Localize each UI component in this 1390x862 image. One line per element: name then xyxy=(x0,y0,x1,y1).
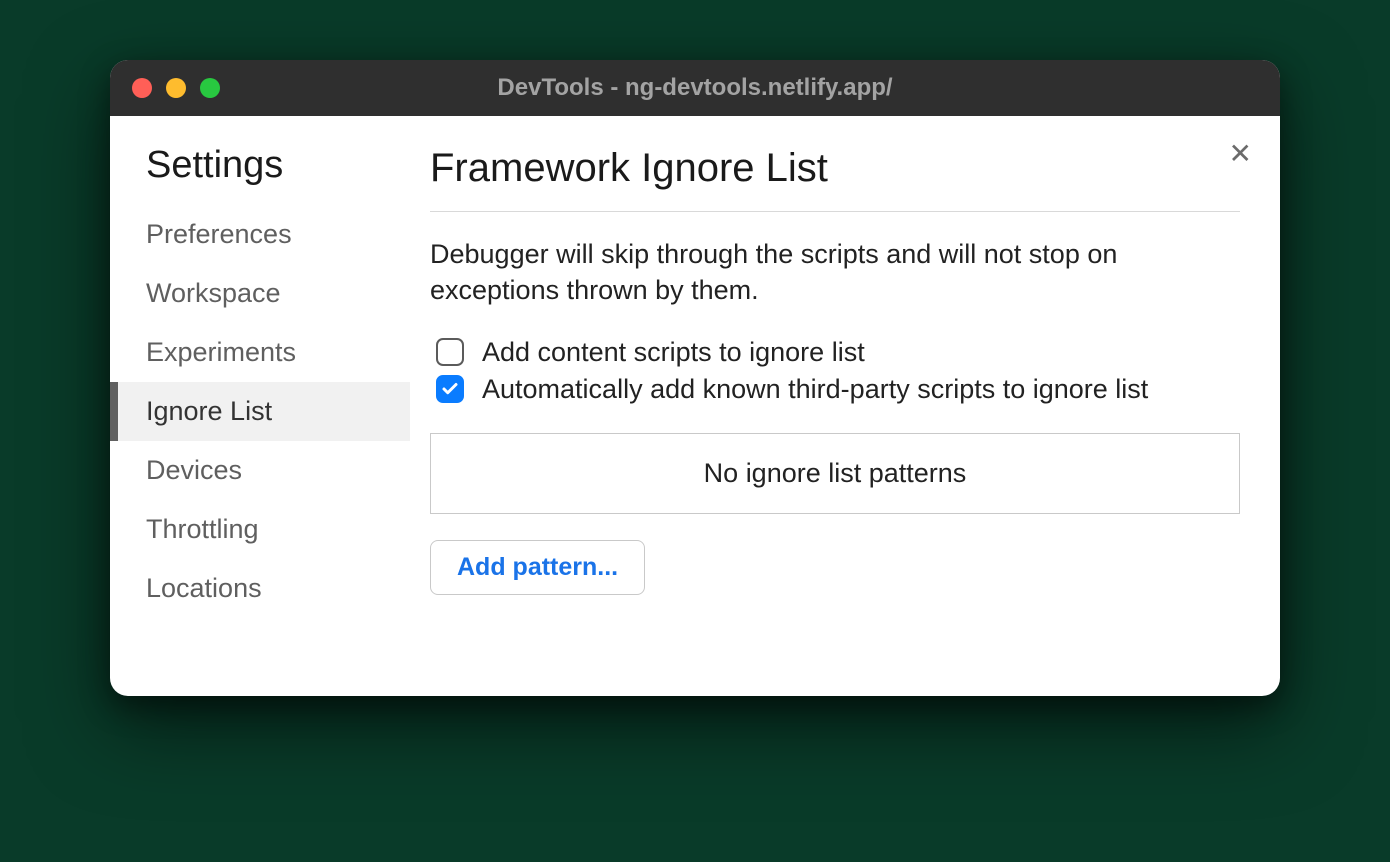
page-heading: Framework Ignore List xyxy=(430,146,1240,212)
settings-main: Framework Ignore List Debugger will skip… xyxy=(410,116,1280,696)
devtools-settings-window: DevTools - ng-devtools.netlify.app/ ✕ Se… xyxy=(110,60,1280,696)
check-icon xyxy=(441,380,459,398)
page-description: Debugger will skip through the scripts a… xyxy=(430,236,1240,309)
sidebar-item-label: Locations xyxy=(146,573,262,603)
minimize-window-button[interactable] xyxy=(166,78,186,98)
sidebar-item-ignore-list[interactable]: Ignore List xyxy=(110,382,410,441)
sidebar-item-workspace[interactable]: Workspace xyxy=(110,264,410,323)
close-window-button[interactable] xyxy=(132,78,152,98)
sidebar-item-label: Preferences xyxy=(146,219,292,249)
sidebar-item-label: Throttling xyxy=(146,514,259,544)
window-title: DevTools - ng-devtools.netlify.app/ xyxy=(110,74,1280,102)
sidebar-item-label: Ignore List xyxy=(146,396,272,426)
sidebar-item-label: Experiments xyxy=(146,337,296,367)
add-pattern-label: Add pattern... xyxy=(457,553,618,581)
settings-sidebar: Settings Preferences Workspace Experimen… xyxy=(110,116,410,696)
ignore-list-patterns-box: No ignore list patterns xyxy=(430,433,1240,514)
checkbox-row-third-party: Automatically add known third-party scri… xyxy=(430,374,1240,405)
checkbox-auto-add-third-party[interactable] xyxy=(436,375,464,403)
sidebar-title: Settings xyxy=(110,144,410,205)
window-titlebar: DevTools - ng-devtools.netlify.app/ xyxy=(110,60,1280,116)
sidebar-item-label: Devices xyxy=(146,455,242,485)
add-pattern-button[interactable]: Add pattern... xyxy=(430,540,645,595)
sidebar-item-locations[interactable]: Locations xyxy=(110,559,410,618)
checkbox-row-content-scripts: Add content scripts to ignore list xyxy=(430,337,1240,368)
maximize-window-button[interactable] xyxy=(200,78,220,98)
empty-patterns-text: No ignore list patterns xyxy=(704,458,967,488)
checkbox-add-content-scripts[interactable] xyxy=(436,338,464,366)
sidebar-item-preferences[interactable]: Preferences xyxy=(110,205,410,264)
sidebar-item-throttling[interactable]: Throttling xyxy=(110,500,410,559)
sidebar-item-experiments[interactable]: Experiments xyxy=(110,323,410,382)
close-icon[interactable]: ✕ xyxy=(1229,140,1252,168)
checkbox-label: Automatically add known third-party scri… xyxy=(482,374,1148,405)
sidebar-item-label: Workspace xyxy=(146,278,281,308)
sidebar-item-devices[interactable]: Devices xyxy=(110,441,410,500)
settings-body: ✕ Settings Preferences Workspace Experim… xyxy=(110,116,1280,696)
checkbox-label: Add content scripts to ignore list xyxy=(482,337,865,368)
traffic-lights xyxy=(132,78,220,98)
